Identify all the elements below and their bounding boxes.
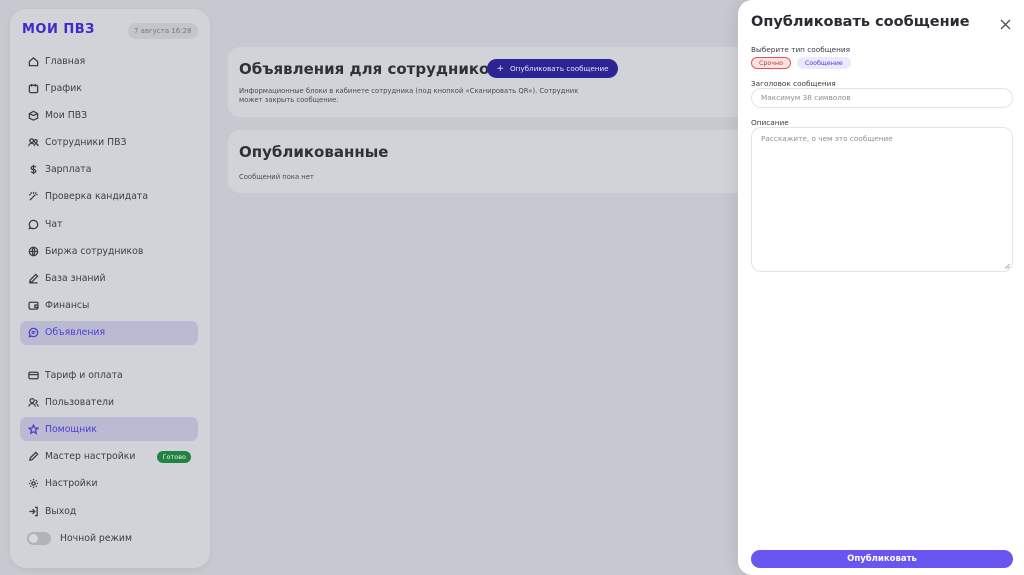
sidebar-item-knowledge-base[interactable]: База знаний xyxy=(20,267,198,291)
sidebar-item-label: Объявления xyxy=(45,327,106,339)
header-label: Заголовок сообщения xyxy=(751,79,836,88)
date-badge: 7 августа 16:28 xyxy=(128,23,198,39)
sidebar-item-label: Проверка кандидата xyxy=(45,191,149,203)
message-type-selector: Срочно Сообщение xyxy=(751,57,851,69)
description-textarea[interactable]: Расскажите, о чем это сообщение xyxy=(751,127,1013,272)
close-icon[interactable] xyxy=(999,16,1012,30)
sidebar-item-staff[interactable]: Сотрудники ПВЗ xyxy=(20,131,198,155)
logout-icon xyxy=(27,505,39,517)
sidebar-item-label: Финансы xyxy=(45,300,90,312)
sidebar-nav: Главная График Мои ПВЗ Сотрудники ПВЗ За… xyxy=(20,49,198,550)
sidebar-item-home[interactable]: Главная xyxy=(20,49,198,73)
sidebar-item-candidate-check[interactable]: Проверка кандидата xyxy=(20,185,198,209)
logo: МОИ ПВЗ xyxy=(22,22,95,37)
sidebar-item-label: Биржа сотрудников xyxy=(45,245,144,257)
sidebar-item-salary[interactable]: Зарплата xyxy=(20,158,198,182)
calendar-icon xyxy=(27,82,39,94)
sidebar: МОИ ПВЗ 7 августа 16:28 Главная График М… xyxy=(10,9,210,568)
sidebar-item-label: Настройки xyxy=(45,478,98,490)
published-title: Опубликованные xyxy=(239,143,389,161)
sidebar-item-label: Выход xyxy=(45,505,77,517)
sidebar-item-logout[interactable]: Выход xyxy=(20,499,198,523)
sidebar-item-label: Мои ПВЗ xyxy=(45,109,88,121)
card-icon xyxy=(27,369,39,381)
sidebar-item-announcements[interactable]: Объявления xyxy=(20,320,198,345)
pen-icon xyxy=(27,451,39,463)
published-empty-text: Сообщений пока нет xyxy=(239,173,314,181)
sidebar-item-users[interactable]: Пользователи xyxy=(20,390,198,414)
type-urgent-chip[interactable]: Срочно xyxy=(751,57,791,69)
sidebar-item-label: Чат xyxy=(45,218,63,230)
sidebar-item-label: База знаний xyxy=(45,273,106,284)
type-label: Выберите тип сообщения xyxy=(751,45,850,54)
sidebar-item-label: Мастер настройки xyxy=(45,451,136,463)
description-placeholder: Расскажите, о чем это сообщение xyxy=(761,134,893,143)
nav-separator xyxy=(20,348,198,363)
pen-icon xyxy=(27,273,39,285)
sidebar-item-schedule[interactable]: График xyxy=(20,76,198,100)
sidebar-item-label: Помощник xyxy=(45,423,97,435)
publish-drawer: Опубликовать сообщение Выберите тип сооб… xyxy=(738,0,1024,575)
night-mode-toggle[interactable] xyxy=(27,531,51,545)
drawer-title: Опубликовать сообщение xyxy=(751,14,970,30)
star-icon xyxy=(27,423,39,435)
ready-badge: Готово xyxy=(157,450,191,463)
sidebar-item-tariff[interactable]: Тариф и оплата xyxy=(20,363,198,387)
publish-submit-button[interactable]: Опубликовать xyxy=(751,550,1013,568)
sidebar-item-my-pvz[interactable]: Мои ПВЗ xyxy=(20,103,198,127)
sidebar-item-setup-wizard[interactable]: Мастер настройки Готово xyxy=(20,445,198,469)
sidebar-item-label: Главная xyxy=(45,55,86,67)
box-icon xyxy=(27,109,39,121)
sidebar-item-chat[interactable]: Чат xyxy=(20,212,198,236)
published-card: Опубликованные Сообщений пока нет xyxy=(228,130,788,193)
announcements-card: Объявления для сотрудников + Опубликоват… xyxy=(228,47,788,117)
publish-message-button[interactable]: + Опубликовать сообщение xyxy=(487,59,618,78)
home-icon xyxy=(27,55,39,67)
sidebar-item-exchange[interactable]: Биржа сотрудников xyxy=(20,239,198,263)
publish-button-label: Опубликовать сообщение xyxy=(509,64,609,73)
announcements-description: Информационные блоки в кабинете сотрудни… xyxy=(239,87,579,104)
gear-icon xyxy=(27,478,39,490)
type-message-chip[interactable]: Сообщение xyxy=(796,57,851,69)
night-mode-row: Ночной режим xyxy=(20,526,198,550)
wand-icon xyxy=(27,191,39,203)
plus-icon: + xyxy=(496,63,504,74)
users-icon xyxy=(27,137,39,149)
sidebar-item-label: Сотрудники ПВЗ xyxy=(45,137,127,149)
globe-icon xyxy=(27,245,39,257)
sidebar-item-label: Тариф и оплата xyxy=(45,369,123,381)
sidebar-item-assistant[interactable]: Помощник xyxy=(20,417,198,442)
wallet-icon xyxy=(27,300,39,312)
message-title-input[interactable]: Максимум 38 символов xyxy=(751,88,1013,108)
dollar-icon xyxy=(27,164,39,176)
sidebar-item-finance[interactable]: Финансы xyxy=(20,294,198,318)
night-mode-label: Ночной режим xyxy=(60,532,132,544)
sidebar-item-label: График xyxy=(45,82,82,94)
page-title: Объявления для сотрудников xyxy=(239,60,499,78)
sidebar-item-label: Пользователи xyxy=(45,396,115,408)
chat-icon xyxy=(27,218,39,230)
resize-handle-icon[interactable] xyxy=(1004,263,1010,269)
user-icon xyxy=(27,396,39,408)
sidebar-item-label: Зарплата xyxy=(45,164,92,176)
description-label: Описание xyxy=(751,118,789,127)
sidebar-item-settings[interactable]: Настройки xyxy=(20,472,198,496)
message-icon xyxy=(27,327,39,339)
